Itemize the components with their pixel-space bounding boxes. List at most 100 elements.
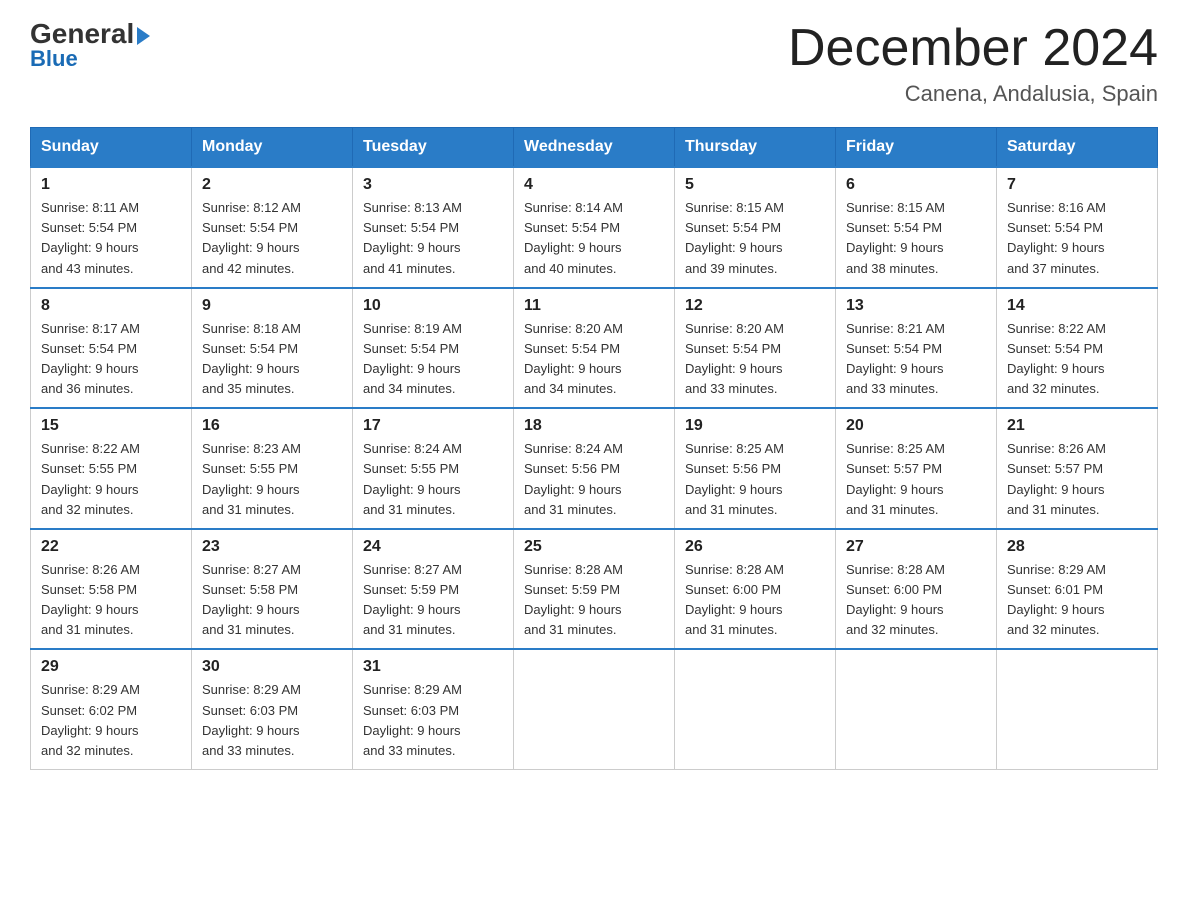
day-info: Sunrise: 8:29 AMSunset: 6:01 PMDaylight:…	[1007, 560, 1147, 641]
calendar-cell: 30 Sunrise: 8:29 AMSunset: 6:03 PMDayligh…	[192, 649, 353, 769]
day-number: 10	[363, 297, 503, 315]
day-number: 11	[524, 297, 664, 315]
day-number: 27	[846, 538, 986, 556]
day-number: 12	[685, 297, 825, 315]
day-number: 1	[41, 176, 181, 194]
day-info: Sunrise: 8:25 AMSunset: 5:56 PMDaylight:…	[685, 439, 825, 520]
calendar-cell	[997, 649, 1158, 769]
calendar-cell: 20Sunrise: 8:25 AMSunset: 5:57 PMDayligh…	[836, 408, 997, 529]
weekday-header-row: SundayMondayTuesdayWednesdayThursdayFrid…	[31, 128, 1158, 168]
day-info: Sunrise: 8:24 AMSunset: 5:55 PMDaylight:…	[363, 439, 503, 520]
logo: General Blue	[30, 20, 150, 72]
weekday-friday: Friday	[836, 128, 997, 168]
day-number: 31	[363, 658, 503, 676]
week-row-5: 29Sunrise: 8:29 AMSunset: 6:02 PMDayligh…	[31, 649, 1158, 769]
title-area: December 2024 Canena, Andalusia, Spain	[788, 20, 1158, 107]
week-row-4: 22Sunrise: 8:26 AMSunset: 5:58 PMDayligh…	[31, 529, 1158, 650]
calendar-cell: 16 Sunrise: 8:23 AMSunset: 5:55 PMDayligh…	[192, 408, 353, 529]
day-number: 2	[202, 176, 342, 194]
day-number: 7	[1007, 176, 1147, 194]
calendar-cell	[514, 649, 675, 769]
day-number: 19	[685, 417, 825, 435]
day-number: 30	[202, 658, 342, 676]
calendar-cell: 7 Sunrise: 8:16 AMSunset: 5:54 PMDaylight…	[997, 167, 1158, 288]
week-row-2: 8 Sunrise: 8:17 AMSunset: 5:54 PMDaylight…	[31, 288, 1158, 409]
weekday-tuesday: Tuesday	[353, 128, 514, 168]
weekday-sunday: Sunday	[31, 128, 192, 168]
calendar-cell: 26 Sunrise: 8:28 AMSunset: 6:00 PMDayligh…	[675, 529, 836, 650]
calendar-cell: 5 Sunrise: 8:15 AMSunset: 5:54 PMDaylight…	[675, 167, 836, 288]
calendar-table: SundayMondayTuesdayWednesdayThursdayFrid…	[30, 127, 1158, 770]
day-number: 22	[41, 538, 181, 556]
calendar-cell: 19 Sunrise: 8:25 AMSunset: 5:56 PMDayligh…	[675, 408, 836, 529]
calendar-cell: 1 Sunrise: 8:11 AMSunset: 5:54 PMDaylight…	[31, 167, 192, 288]
calendar-cell	[675, 649, 836, 769]
day-info: Sunrise: 8:22 AMSunset: 5:55 PMDaylight:…	[41, 439, 181, 520]
calendar-cell: 9 Sunrise: 8:18 AMSunset: 5:54 PMDaylight…	[192, 288, 353, 409]
day-info: Sunrise: 8:15 AMSunset: 5:54 PMDaylight:…	[685, 198, 825, 279]
calendar-cell: 11Sunrise: 8:20 AMSunset: 5:54 PMDayligh…	[514, 288, 675, 409]
calendar-cell: 2Sunrise: 8:12 AMSunset: 5:54 PMDaylight…	[192, 167, 353, 288]
day-number: 15	[41, 417, 181, 435]
day-number: 21	[1007, 417, 1147, 435]
day-number: 26	[685, 538, 825, 556]
calendar-cell: 18Sunrise: 8:24 AMSunset: 5:56 PMDayligh…	[514, 408, 675, 529]
day-number: 17	[363, 417, 503, 435]
day-number: 16	[202, 417, 342, 435]
day-number: 13	[846, 297, 986, 315]
weekday-thursday: Thursday	[675, 128, 836, 168]
day-number: 5	[685, 176, 825, 194]
day-number: 28	[1007, 538, 1147, 556]
day-info: Sunrise: 8:20 AMSunset: 5:54 PMDaylight:…	[685, 319, 825, 400]
day-info: Sunrise: 8:16 AMSunset: 5:54 PMDaylight:…	[1007, 198, 1147, 279]
day-number: 14	[1007, 297, 1147, 315]
calendar-cell: 21Sunrise: 8:26 AMSunset: 5:57 PMDayligh…	[997, 408, 1158, 529]
calendar-cell: 8 Sunrise: 8:17 AMSunset: 5:54 PMDaylight…	[31, 288, 192, 409]
day-info: Sunrise: 8:18 AMSunset: 5:54 PMDaylight:…	[202, 319, 342, 400]
day-number: 25	[524, 538, 664, 556]
location: Canena, Andalusia, Spain	[788, 81, 1158, 107]
day-info: Sunrise: 8:17 AMSunset: 5:54 PMDaylight:…	[41, 319, 181, 400]
calendar-cell: 25 Sunrise: 8:28 AMSunset: 5:59 PMDayligh…	[514, 529, 675, 650]
logo-text: General	[30, 20, 150, 48]
day-number: 8	[41, 297, 181, 315]
day-info: Sunrise: 8:11 AMSunset: 5:54 PMDaylight:…	[41, 198, 181, 279]
day-info: Sunrise: 8:28 AMSunset: 6:00 PMDaylight:…	[685, 560, 825, 641]
day-number: 29	[41, 658, 181, 676]
day-info: Sunrise: 8:27 AMSunset: 5:59 PMDaylight:…	[363, 560, 503, 641]
day-info: Sunrise: 8:29 AMSunset: 6:03 PMDaylight:…	[202, 680, 342, 761]
day-number: 4	[524, 176, 664, 194]
day-info: Sunrise: 8:28 AMSunset: 5:59 PMDaylight:…	[524, 560, 664, 641]
page-header: General Blue December 2024 Canena, Andal…	[30, 20, 1158, 107]
calendar-cell: 15 Sunrise: 8:22 AMSunset: 5:55 PMDayligh…	[31, 408, 192, 529]
calendar-cell: 29Sunrise: 8:29 AMSunset: 6:02 PMDayligh…	[31, 649, 192, 769]
day-info: Sunrise: 8:29 AMSunset: 6:03 PMDaylight:…	[363, 680, 503, 761]
calendar-cell: 12 Sunrise: 8:20 AMSunset: 5:54 PMDayligh…	[675, 288, 836, 409]
day-number: 9	[202, 297, 342, 315]
day-info: Sunrise: 8:28 AMSunset: 6:00 PMDaylight:…	[846, 560, 986, 641]
day-info: Sunrise: 8:22 AMSunset: 5:54 PMDaylight:…	[1007, 319, 1147, 400]
calendar-cell: 10Sunrise: 8:19 AMSunset: 5:54 PMDayligh…	[353, 288, 514, 409]
calendar-cell: 31 Sunrise: 8:29 AMSunset: 6:03 PMDayligh…	[353, 649, 514, 769]
day-info: Sunrise: 8:15 AMSunset: 5:54 PMDaylight:…	[846, 198, 986, 279]
logo-blue: Blue	[30, 46, 78, 72]
calendar-cell: 3Sunrise: 8:13 AMSunset: 5:54 PMDaylight…	[353, 167, 514, 288]
calendar-cell	[836, 649, 997, 769]
calendar-cell: 4Sunrise: 8:14 AMSunset: 5:54 PMDaylight…	[514, 167, 675, 288]
calendar-cell: 22Sunrise: 8:26 AMSunset: 5:58 PMDayligh…	[31, 529, 192, 650]
day-number: 24	[363, 538, 503, 556]
week-row-1: 1 Sunrise: 8:11 AMSunset: 5:54 PMDaylight…	[31, 167, 1158, 288]
calendar-cell: 24 Sunrise: 8:27 AMSunset: 5:59 PMDayligh…	[353, 529, 514, 650]
day-info: Sunrise: 8:23 AMSunset: 5:55 PMDaylight:…	[202, 439, 342, 520]
weekday-monday: Monday	[192, 128, 353, 168]
week-row-3: 15 Sunrise: 8:22 AMSunset: 5:55 PMDayligh…	[31, 408, 1158, 529]
weekday-wednesday: Wednesday	[514, 128, 675, 168]
day-info: Sunrise: 8:25 AMSunset: 5:57 PMDaylight:…	[846, 439, 986, 520]
calendar-cell: 13 Sunrise: 8:21 AMSunset: 5:54 PMDayligh…	[836, 288, 997, 409]
day-info: Sunrise: 8:21 AMSunset: 5:54 PMDaylight:…	[846, 319, 986, 400]
calendar-cell: 14 Sunrise: 8:22 AMSunset: 5:54 PMDayligh…	[997, 288, 1158, 409]
day-number: 23	[202, 538, 342, 556]
day-number: 18	[524, 417, 664, 435]
calendar-cell: 28 Sunrise: 8:29 AMSunset: 6:01 PMDayligh…	[997, 529, 1158, 650]
calendar-cell: 17 Sunrise: 8:24 AMSunset: 5:55 PMDayligh…	[353, 408, 514, 529]
